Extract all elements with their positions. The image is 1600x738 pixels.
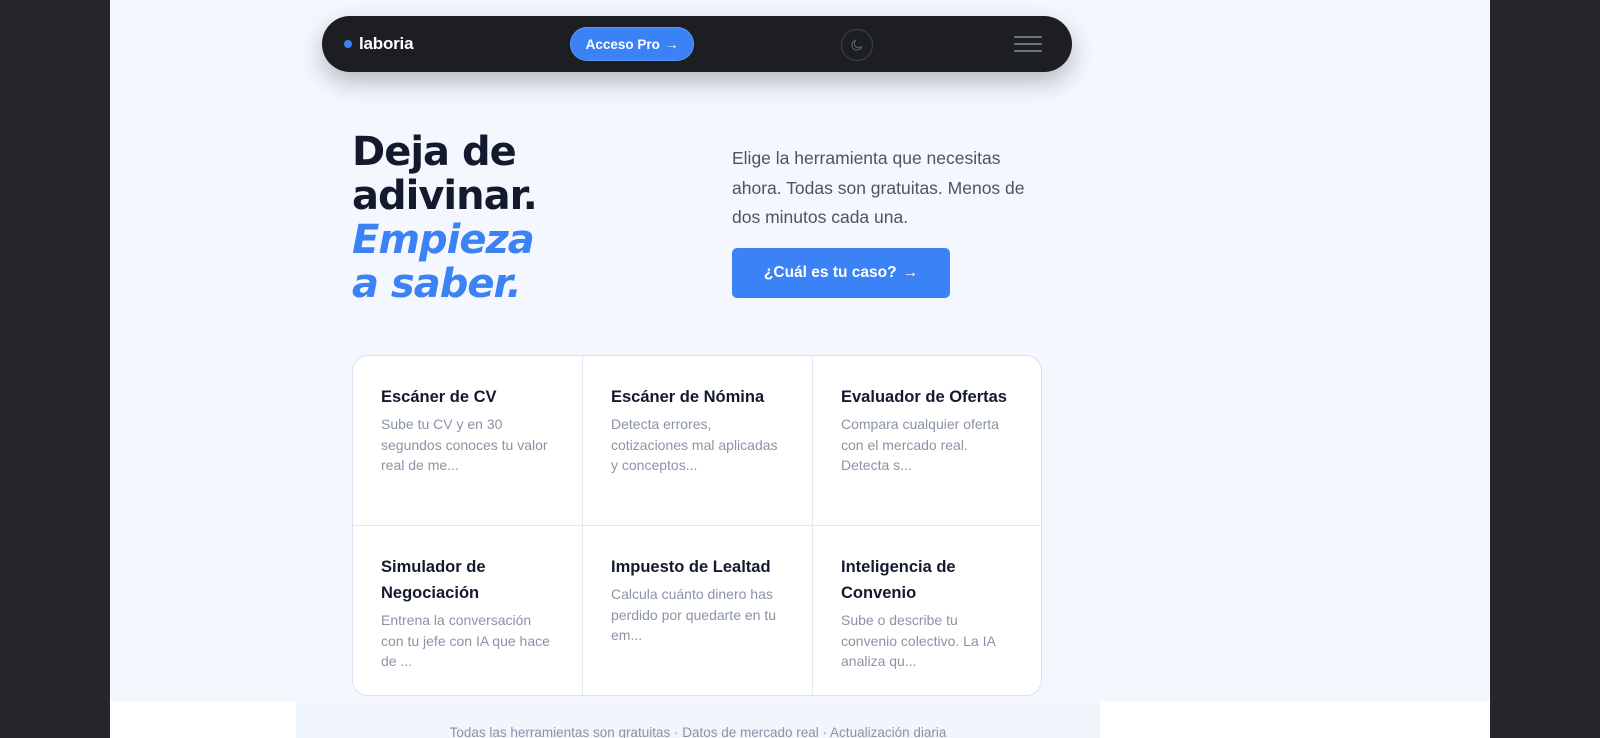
tool-title: Escáner de Nómina — [611, 388, 765, 406]
tool-title: Simulador de Negociación — [381, 558, 486, 602]
top-navbar: laboria Acceso Pro → — [322, 16, 1072, 72]
tool-description: Calcula cuánto dinero has perdido por qu… — [611, 586, 777, 643]
hamburger-menu-button[interactable] — [1014, 34, 1042, 54]
footer-band: Todas las herramientas son gratuitas · D… — [110, 701, 1490, 738]
hamburger-menu-icon-line — [1014, 50, 1042, 52]
arrow-right-icon: → — [902, 264, 919, 281]
hero-title: Deja de adivinar. Empieza a saber. — [352, 129, 538, 307]
tool-card-cv-scanner[interactable]: Escáner de CV Sube tu CV y en 30 segundo… — [353, 356, 583, 526]
tool-title: Impuesto de Lealtad — [611, 558, 771, 576]
hero-title-accent-line: a saber. — [352, 261, 522, 307]
tool-title: Evaluador de Ofertas — [841, 388, 1007, 406]
hamburger-menu-icon-line — [1014, 43, 1042, 45]
tool-description: Detecta errores, cotizaciones mal aplica… — [611, 416, 778, 473]
hero-title-accent-line: Empieza — [352, 217, 535, 263]
tools-grid: Escáner de CV Sube tu CV y en 30 segundo… — [352, 355, 1042, 696]
tool-card-payslip-scanner[interactable]: Escáner de Nómina Detecta errores, cotiz… — [583, 356, 813, 526]
footer-text: Todas las herramientas son gratuitas · D… — [449, 725, 947, 738]
theme-toggle-button[interactable] — [841, 29, 873, 61]
logo[interactable]: laboria — [344, 16, 414, 72]
tool-title: Escáner de CV — [381, 388, 497, 406]
arrow-right-icon: → — [664, 36, 679, 52]
hamburger-menu-icon-line — [1014, 36, 1042, 38]
hero-title-line: adivinar. — [352, 173, 538, 219]
acceso-pro-label: Acceso Pro — [585, 36, 660, 52]
acceso-pro-button[interactable]: Acceso Pro → — [570, 27, 694, 61]
moon-icon — [851, 39, 863, 51]
cual-es-tu-caso-button[interactable]: ¿Cuál es tu caso? → — [732, 248, 950, 298]
footer-inner: Todas las herramientas son gratuitas · D… — [296, 701, 1100, 738]
tool-card-negotiation-simulator[interactable]: Simulador de Negociación Entrena la conv… — [353, 526, 583, 695]
tool-card-agreement-intelligence[interactable]: Inteligencia de Convenio Sube o describe… — [813, 526, 1041, 695]
page: laboria Acceso Pro → Deja de adivinar. E… — [110, 0, 1490, 738]
tool-card-offer-evaluator[interactable]: Evaluador de Ofertas Compara cualquier o… — [813, 356, 1041, 526]
tool-card-loyalty-tax[interactable]: Impuesto de Lealtad Calcula cuánto diner… — [583, 526, 813, 695]
logo-dot-icon — [344, 40, 352, 48]
tool-description: Sube o describe tu convenio colectivo. L… — [841, 612, 996, 669]
tool-description: Compara cualquier oferta con el mercado … — [841, 416, 999, 473]
logo-text: laboria — [359, 34, 414, 53]
hero-title-line: Deja de — [352, 129, 517, 175]
tool-description: Entrena la conversación con tu jefe con … — [381, 612, 550, 669]
hero-description: Elige la herramienta que necesitas ahora… — [732, 148, 1025, 227]
tool-description: Sube tu CV y en 30 segundos conoces tu v… — [381, 416, 548, 473]
tool-title: Inteligencia de Convenio — [841, 558, 956, 602]
cta-label: ¿Cuál es tu caso? — [763, 264, 897, 281]
